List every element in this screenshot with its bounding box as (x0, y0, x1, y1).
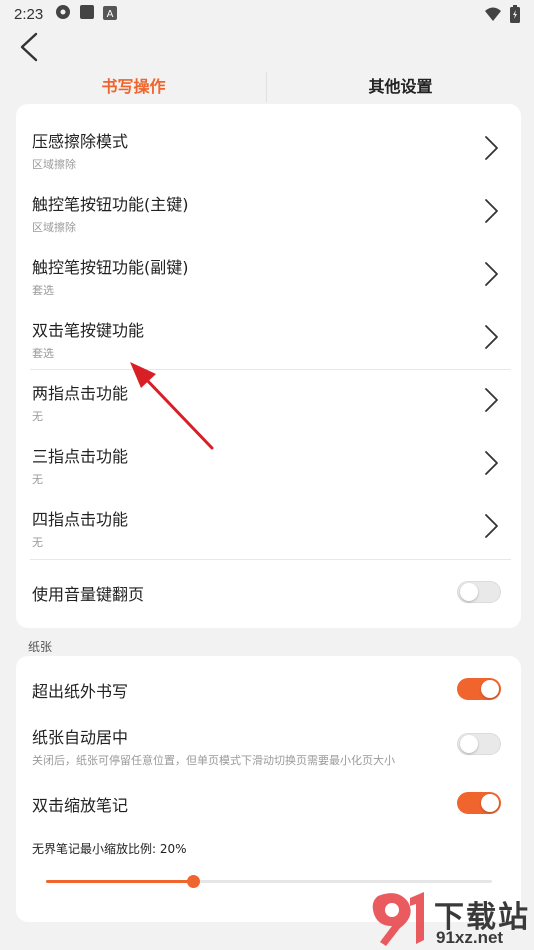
setting-two-finger-tap[interactable]: 两指点击功能 无 (30, 380, 511, 424)
chevron-right-icon (485, 262, 498, 286)
app-square-status-icon (79, 4, 95, 24)
setting-title: 四指点击功能 (32, 510, 129, 529)
setting-title: 双击缩放笔记 (32, 796, 129, 815)
tab-bar: 书写操作 其他设置 (0, 70, 534, 104)
setting-title: 触控笔按钮功能(副键) (32, 258, 189, 277)
setting-title: 双击笔按键功能 (32, 321, 145, 340)
setting-title: 纸张自动居中 (32, 728, 129, 747)
writing-settings-card: 压感擦除模式 区域擦除 触控笔按钮功能(主键) 区域擦除 触控笔按钮功能(副键)… (16, 104, 521, 628)
setting-value: 套选 (32, 284, 54, 297)
setting-description: 关闭后，纸张可停留任意位置，但单页模式下滑动切换页需要最小化页大小 (32, 754, 395, 767)
setting-title: 超出纸外书写 (32, 682, 129, 701)
min-zoom-slider[interactable] (46, 875, 492, 888)
setting-value: 无 (32, 536, 43, 549)
divider (30, 559, 511, 560)
paper-settings-card: 超出纸外书写 纸张自动居中 关闭后，纸张可停留任意位置，但单页模式下滑动切换页需… (16, 656, 521, 922)
toggle-knob (460, 735, 478, 753)
setting-title: 两指点击功能 (32, 384, 129, 403)
min-zoom-label: 无界笔记最小缩放比例: 20% (32, 842, 187, 856)
status-right (484, 5, 520, 27)
chevron-right-icon (485, 325, 498, 349)
setting-value: 套选 (32, 347, 54, 360)
settings-gear-status-icon (55, 4, 71, 24)
write-outside-toggle[interactable] (457, 678, 501, 700)
tab-divider (266, 72, 267, 102)
setting-pressure-erase-mode[interactable]: 压感擦除模式 区域擦除 (30, 128, 511, 172)
setting-min-zoom-ratio: 无界笔记最小缩放比例: 20% (30, 840, 511, 860)
setting-write-outside-paper: 超出纸外书写 (30, 678, 511, 704)
chevron-right-icon (485, 388, 498, 412)
watermark: 下载站 91xz.net (364, 888, 534, 950)
volume-page-turn-toggle[interactable] (457, 581, 501, 603)
divider (30, 369, 511, 370)
back-button[interactable] (16, 30, 44, 64)
setting-volume-key-page-turn: 使用音量键翻页 (30, 581, 511, 607)
setting-title: 触控笔按钮功能(主键) (32, 195, 189, 214)
setting-double-tap-zoom: 双击缩放笔记 (30, 792, 511, 818)
setting-paper-auto-center: 纸张自动居中 关闭后，纸张可停留任意位置，但单页模式下滑动切换页需要最小化页大小 (30, 724, 511, 768)
tab-writing-operations[interactable]: 书写操作 (0, 70, 267, 104)
chevron-right-icon (485, 199, 498, 223)
section-label-paper: 纸张 (28, 640, 53, 654)
back-arrow-icon (20, 32, 38, 62)
setting-four-finger-tap[interactable]: 四指点击功能 无 (30, 506, 511, 550)
tab-other-settings[interactable]: 其他设置 (267, 70, 534, 104)
setting-pen-secondary-button[interactable]: 触控笔按钮功能(副键) 套选 (30, 254, 511, 298)
setting-pen-double-tap[interactable]: 双击笔按键功能 套选 (30, 317, 511, 361)
setting-value: 区域擦除 (32, 158, 76, 171)
toggle-knob (481, 794, 499, 812)
setting-title: 压感擦除模式 (32, 132, 129, 151)
chevron-right-icon (485, 514, 498, 538)
wifi-icon (484, 6, 502, 26)
setting-pen-primary-button[interactable]: 触控笔按钮功能(主键) 区域擦除 (30, 191, 511, 235)
status-bar: 2:23 A (0, 0, 534, 28)
setting-value: 无 (32, 473, 43, 486)
setting-value: 区域擦除 (32, 221, 76, 234)
watermark-logo-icon (372, 892, 424, 946)
chevron-right-icon (485, 451, 498, 475)
watermark-url: 91xz.net (436, 928, 504, 947)
toggle-knob (460, 583, 478, 601)
svg-text:A: A (107, 9, 114, 20)
auto-center-toggle[interactable] (457, 733, 501, 755)
setting-three-finger-tap[interactable]: 三指点击功能 无 (30, 443, 511, 487)
setting-title: 三指点击功能 (32, 447, 129, 466)
chevron-right-icon (485, 136, 498, 160)
slider-thumb[interactable] (187, 875, 201, 888)
slider-fill (46, 880, 194, 883)
double-tap-zoom-toggle[interactable] (457, 792, 501, 814)
app-a-status-icon: A (103, 5, 118, 24)
battery-icon (510, 5, 520, 27)
setting-title: 使用音量键翻页 (32, 585, 145, 604)
toggle-knob (481, 680, 499, 698)
setting-value: 无 (32, 410, 43, 423)
status-time: 2:23 (14, 5, 44, 23)
